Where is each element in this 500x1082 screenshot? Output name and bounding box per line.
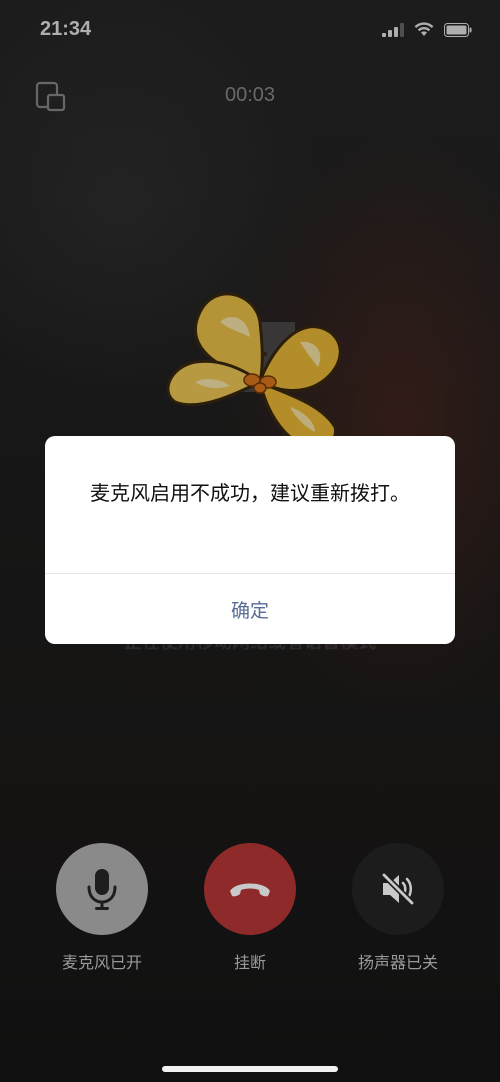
speaker-label: 扬声器已关 (357, 953, 438, 972)
home-indicator[interactable] (162, 1066, 338, 1072)
hangup-button[interactable] (204, 843, 296, 935)
mic-label: 麦克风已开 (61, 953, 142, 972)
speaker-toggle-button[interactable] (352, 843, 444, 935)
microphone-icon (87, 869, 117, 910)
mic-control: 麦克风已开 (27, 843, 177, 973)
hangup-label: 挂断 (233, 953, 266, 972)
dialog-message: 麦克风启用不成功，建议重新拨打。 (90, 481, 410, 505)
confirm-button[interactable]: 确定 (45, 574, 455, 644)
alert-dialog: 麦克风启用不成功，建议重新拨打。 确定 (45, 436, 455, 644)
hang-up-phone-icon (230, 883, 270, 897)
speaker-control: 扬声器已关 (323, 843, 473, 973)
hangup-control: 挂断 (175, 843, 325, 973)
mic-toggle-button[interactable] (56, 843, 148, 935)
call-screen: 21:34 00:03 麦克风启用不成功，建议重新拨打。 确定 麦克风已开 挂断… (0, 0, 500, 1082)
speaker-muted-icon (381, 872, 415, 906)
